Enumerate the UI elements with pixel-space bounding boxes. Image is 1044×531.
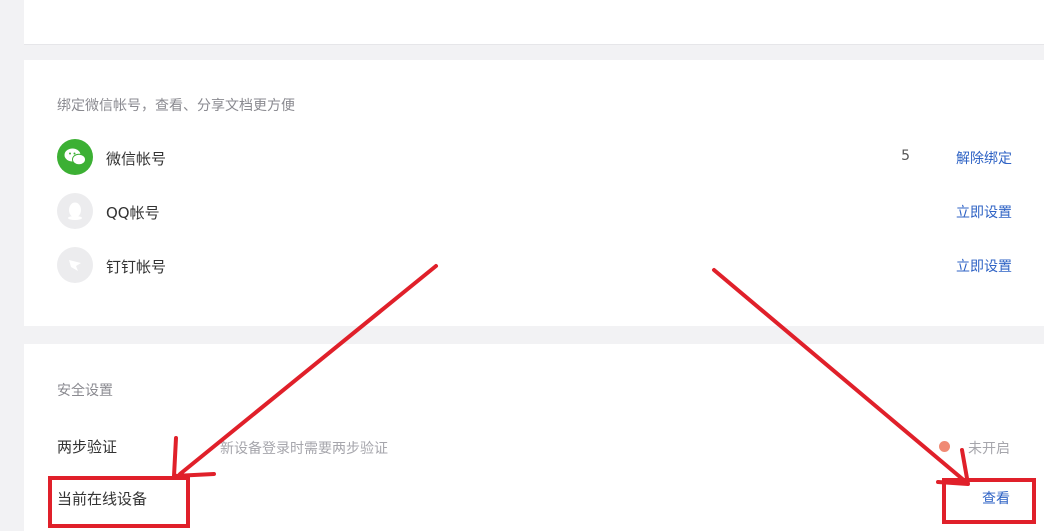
setup-dingtalk-link[interactable]: 立即设置 [956, 256, 1012, 276]
dingtalk-icon [57, 247, 93, 283]
top-card [24, 0, 1044, 45]
account-binding-card: 绑定微信帐号，查看、分享文档更方便 微信帐号 5 解除绑定 QQ帐号 立即设置 [24, 60, 1044, 326]
dingtalk-account-row: 钉钉帐号 立即设置 [24, 246, 1044, 286]
qq-icon [57, 193, 93, 229]
security-section-title: 安全设置 [57, 383, 113, 399]
binding-section-title: 绑定微信帐号，查看、分享文档更方便 [57, 98, 295, 114]
security-settings-card: 安全设置 两步验证 新设备登录时需要两步验证 未开启 当前在线设备 查看 [24, 344, 1044, 531]
online-devices-row: 当前在线设备 查看 [24, 482, 1044, 512]
wechat-account-row: 微信帐号 5 解除绑定 [24, 138, 1044, 178]
two-step-description: 新设备登录时需要两步验证 [220, 441, 388, 457]
two-step-status: 未开启 [968, 441, 1010, 457]
qq-account-row: QQ帐号 立即设置 [24, 192, 1044, 232]
unbind-wechat-link[interactable]: 解除绑定 [956, 148, 1012, 168]
setup-qq-link[interactable]: 立即设置 [956, 202, 1012, 222]
two-step-label: 两步验证 [57, 438, 118, 456]
two-step-verification-row[interactable]: 两步验证 新设备登录时需要两步验证 未开启 [24, 430, 1044, 460]
wechat-account-label: 微信帐号 [106, 150, 167, 168]
qq-account-label: QQ帐号 [106, 204, 160, 222]
view-devices-link[interactable]: 查看 [982, 488, 1010, 508]
dingtalk-account-label: 钉钉帐号 [106, 258, 167, 276]
online-devices-label: 当前在线设备 [57, 490, 148, 508]
wechat-icon [57, 139, 93, 175]
status-dot-icon [939, 441, 950, 452]
wechat-account-count: 5 [901, 148, 910, 164]
